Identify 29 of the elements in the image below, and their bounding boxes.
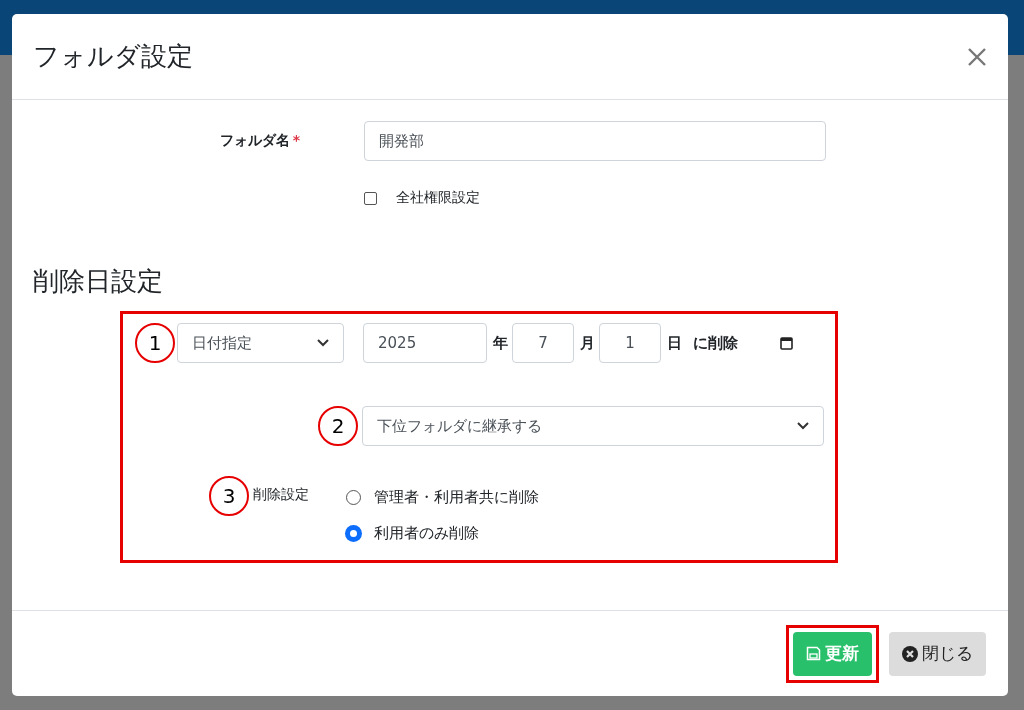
year-field[interactable]: 2025 bbox=[363, 323, 487, 363]
month-field[interactable]: 7 bbox=[512, 323, 574, 363]
unit-label: 年 bbox=[493, 333, 508, 353]
radio-button[interactable] bbox=[346, 525, 361, 541]
day-field[interactable]: 1 bbox=[599, 323, 661, 363]
checkbox[interactable] bbox=[364, 191, 377, 205]
annotation-number: 1 bbox=[135, 323, 175, 363]
close-button[interactable]: 閉じる bbox=[889, 631, 986, 676]
unit-label: 日 bbox=[667, 333, 682, 353]
x-circle-icon bbox=[902, 645, 918, 662]
deletion-mode-select[interactable]: 日付指定 bbox=[177, 323, 344, 363]
radio-label: 利用者のみ削除 bbox=[374, 523, 479, 543]
section-heading: 削除日設定 bbox=[33, 265, 164, 298]
calendar-icon[interactable] bbox=[780, 336, 793, 350]
suffix-label: に削除 bbox=[693, 333, 738, 353]
annotation-number: 2 bbox=[318, 406, 358, 446]
required-mark: * bbox=[292, 132, 300, 148]
chevron-down-icon bbox=[797, 422, 809, 430]
annotation-number: 3 bbox=[209, 476, 249, 516]
checkbox-label: 全社権限設定 bbox=[396, 189, 480, 207]
inherit-select[interactable]: 下位フォルダに継承する bbox=[362, 406, 824, 446]
close-icon[interactable] bbox=[967, 46, 987, 67]
chevron-down-icon bbox=[317, 339, 329, 347]
dialog-title: フォルダ設定 bbox=[33, 40, 193, 73]
unit-label: 月 bbox=[580, 333, 595, 353]
folder-name-field[interactable]: 開発部 bbox=[364, 121, 826, 161]
field-label: 削除設定 bbox=[253, 486, 309, 504]
field-label: フォルダ名 bbox=[219, 132, 290, 148]
radio-label: 管理者・利用者共に削除 bbox=[374, 487, 539, 507]
